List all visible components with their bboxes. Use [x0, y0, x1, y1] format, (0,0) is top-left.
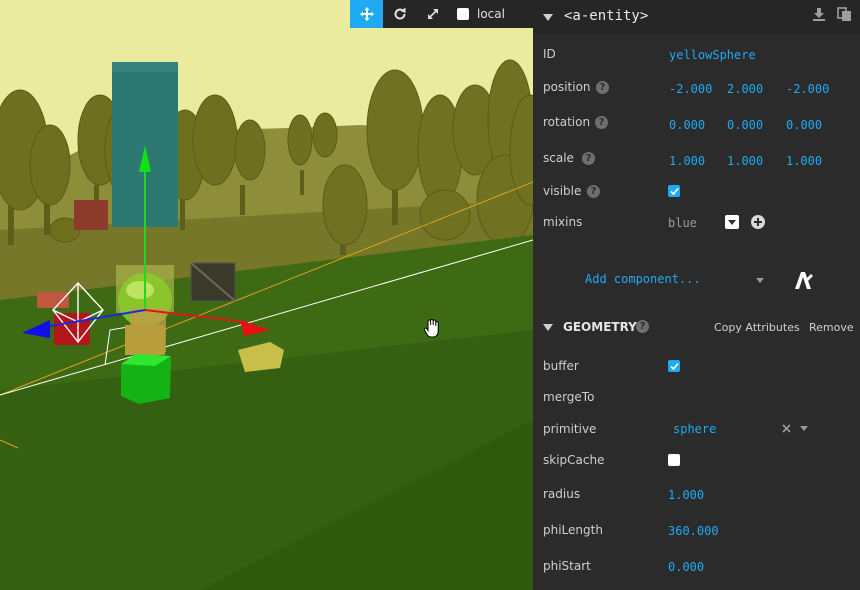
skipcache-label: skipCache: [543, 453, 605, 467]
radius-label: radius: [543, 487, 581, 501]
geometry-section-title: GEOMETRY: [563, 320, 637, 334]
id-label: ID: [543, 47, 556, 61]
local-label: local: [477, 7, 505, 21]
skipcache-checkbox[interactable]: [668, 454, 680, 466]
hand-cursor-icon: [423, 319, 439, 338]
remove-button[interactable]: Remove: [809, 321, 854, 334]
rotation-z-input[interactable]: 0.000: [786, 118, 822, 132]
add-mixin-button[interactable]: [751, 215, 765, 229]
mixins-value: blue: [668, 216, 697, 230]
geometry-collapse-caret-icon[interactable]: [543, 324, 553, 331]
aframe-logo-icon[interactable]: [792, 269, 814, 291]
inspector-header: <a-entity>: [533, 0, 860, 34]
rotation-y-input[interactable]: 0.000: [727, 118, 763, 132]
primitive-chevron-icon[interactable]: [800, 426, 808, 431]
scale-icon: [427, 9, 438, 19]
add-component-chevron-icon[interactable]: [756, 278, 764, 283]
rotation-label: rotation: [543, 115, 591, 129]
radius-input[interactable]: 1.000: [668, 488, 704, 502]
philength-label: phiLength: [543, 523, 603, 537]
scene-canvas[interactable]: [0, 0, 533, 590]
scale-z-input[interactable]: 1.000: [786, 154, 822, 168]
checkmark-icon: [669, 187, 679, 195]
rotation-x-input[interactable]: 0.000: [669, 118, 705, 132]
local-checkbox[interactable]: [457, 8, 469, 20]
scale-tool-button[interactable]: [416, 0, 449, 28]
mergeto-label: mergeTo: [543, 390, 595, 404]
scale-x-input[interactable]: 1.000: [669, 154, 705, 168]
primitive-select[interactable]: sphere: [673, 422, 716, 436]
position-x-input[interactable]: -2.000: [669, 82, 712, 96]
entity-title: <a-entity>: [564, 8, 649, 24]
position-y-input[interactable]: 2.000: [727, 82, 763, 96]
visible-label: visible: [543, 184, 582, 198]
help-icon[interactable]: ?: [636, 320, 649, 333]
scale-label: scale: [543, 151, 574, 165]
collapse-caret-icon[interactable]: [543, 14, 553, 21]
add-component-select[interactable]: Add component...: [585, 272, 701, 286]
visible-checkbox[interactable]: [668, 185, 680, 197]
position-z-input[interactable]: -2.000: [786, 82, 829, 96]
mixins-dropdown[interactable]: [725, 215, 739, 229]
rotate-tool-button[interactable]: [383, 0, 416, 28]
buffer-label: buffer: [543, 359, 579, 373]
help-icon[interactable]: ?: [596, 81, 609, 94]
scale-y-input[interactable]: 1.000: [727, 154, 763, 168]
inspector-panel: <a-entity> ID yellowSphere position ? -2…: [533, 0, 860, 590]
phistart-input[interactable]: 0.000: [668, 560, 704, 574]
help-icon[interactable]: ?: [587, 185, 600, 198]
position-label: position: [543, 80, 591, 94]
local-toggle[interactable]: local: [457, 0, 505, 28]
scene-viewport[interactable]: local: [0, 0, 533, 590]
copy-attributes-button[interactable]: Copy Attributes: [714, 321, 800, 334]
transform-toolbar: local: [350, 0, 533, 28]
help-icon[interactable]: ?: [582, 152, 595, 165]
rotate-icon: [394, 7, 406, 20]
move-icon: [359, 7, 374, 21]
clear-icon[interactable]: [782, 424, 791, 433]
phistart-label: phiStart: [543, 559, 591, 573]
philength-input[interactable]: 360.000: [668, 524, 719, 538]
buffer-checkbox[interactable]: [668, 360, 680, 372]
translate-tool-button[interactable]: [350, 0, 383, 28]
copy-icon[interactable]: [837, 7, 852, 22]
checkmark-icon: [669, 362, 679, 370]
primitive-label: primitive: [543, 422, 597, 436]
mixins-label: mixins: [543, 215, 583, 229]
help-icon[interactable]: ?: [595, 116, 608, 129]
id-value[interactable]: yellowSphere: [669, 48, 756, 62]
download-icon[interactable]: [812, 7, 826, 21]
